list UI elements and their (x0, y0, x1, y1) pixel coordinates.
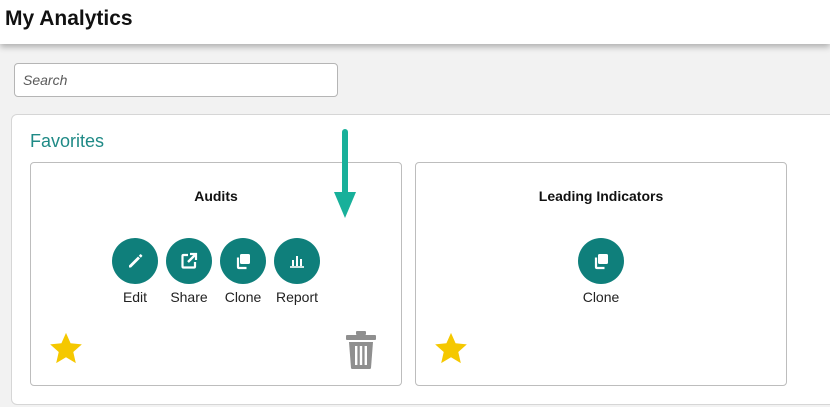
edit-button-circle[interactable] (112, 238, 158, 284)
external-link-icon (181, 252, 198, 269)
page-title: My Analytics (5, 7, 133, 30)
share-label: Share (170, 289, 208, 305)
clone-label: Clone (224, 289, 262, 305)
clone-label: Clone (582, 289, 620, 305)
clone-button-circle[interactable] (220, 238, 266, 284)
copy-icon (594, 254, 608, 270)
edit-label: Edit (122, 289, 148, 305)
clone-button[interactable]: Clone (571, 238, 631, 308)
card-title: Leading Indicators (538, 188, 664, 204)
search-input[interactable] (14, 63, 338, 97)
trash-icon[interactable] (343, 330, 379, 370)
clone-button-circle[interactable] (578, 238, 624, 284)
favorites-title: Favorites (30, 131, 105, 151)
favorite-star-icon[interactable] (47, 330, 85, 368)
share-button[interactable]: Share (159, 238, 219, 308)
pencil-icon (129, 254, 143, 268)
share-button-circle[interactable] (166, 238, 212, 284)
report-button-circle[interactable] (274, 238, 320, 284)
annotation-arrow-icon (334, 129, 356, 218)
favorite-star-icon[interactable] (432, 330, 470, 368)
clone-button[interactable]: Clone (213, 238, 273, 308)
report-label: Report (275, 289, 319, 305)
bar-chart-icon (290, 256, 304, 268)
edit-button[interactable]: Edit (105, 238, 165, 308)
report-button[interactable]: Report (267, 238, 327, 308)
copy-icon (236, 254, 250, 270)
app-header: My Analytics (0, 0, 830, 44)
